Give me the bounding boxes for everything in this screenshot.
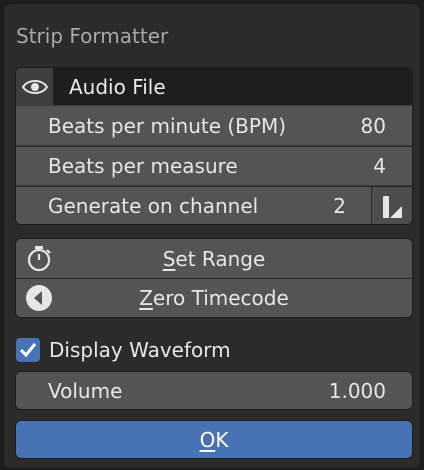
display-waveform-checkbox[interactable]	[16, 338, 40, 362]
action-buttons-box: Set Range Zero Timecode	[15, 238, 413, 318]
beats-per-measure-label: Beats per measure	[48, 154, 238, 178]
dialog-title: Strip Formatter	[16, 24, 169, 48]
volume-value: 1.000	[328, 378, 386, 403]
channel-value: 2	[333, 194, 346, 218]
volume-box: Volume 1.000	[15, 371, 413, 410]
bpm-value: 80	[360, 113, 386, 138]
eye-icon	[21, 79, 48, 94]
channel-picker-button[interactable]	[371, 187, 412, 224]
zero-timecode-text: ero Timecode	[152, 286, 289, 310]
beats-per-measure-field[interactable]: Beats per measure 4	[16, 146, 412, 185]
strip-properties-box: Audio File Beats per minute (BPM) 80 Bea…	[15, 67, 413, 225]
zero-timecode-label: Zero Timecode	[139, 286, 289, 310]
channel-field[interactable]: Generate on channel 2	[16, 186, 412, 224]
rewind-icon	[25, 284, 53, 317]
channel-label: Generate on channel	[48, 194, 259, 218]
ok-button[interactable]: OK	[15, 420, 413, 459]
set-range-text: et Range	[175, 246, 266, 271]
strip-header: Audio File	[16, 68, 412, 105]
visibility-toggle[interactable]	[16, 68, 54, 105]
set-range-button[interactable]: Set Range	[16, 239, 412, 278]
bpm-field[interactable]: Beats per minute (BPM) 80	[16, 106, 412, 145]
volume-label: Volume	[48, 378, 123, 403]
ok-label: OK	[200, 428, 229, 452]
zero-timecode-mnemonic: Z	[139, 286, 153, 310]
set-range-mnemonic: S	[162, 246, 176, 271]
zero-timecode-button[interactable]: Zero Timecode	[16, 278, 412, 317]
ok-text: K	[215, 427, 229, 452]
strip-name: Audio File	[69, 74, 166, 99]
display-waveform-label[interactable]: Display Waveform	[49, 338, 231, 362]
bpm-label: Beats per minute (BPM)	[48, 113, 287, 138]
ok-mnemonic: O	[199, 427, 216, 452]
checkmark-icon	[19, 343, 37, 358]
beats-per-measure-value: 4	[373, 154, 386, 178]
eyedropper-icon	[383, 195, 402, 218]
set-range-label: Set Range	[163, 247, 266, 271]
volume-field[interactable]: Volume 1.000	[16, 372, 412, 409]
stopwatch-icon	[25, 245, 53, 278]
